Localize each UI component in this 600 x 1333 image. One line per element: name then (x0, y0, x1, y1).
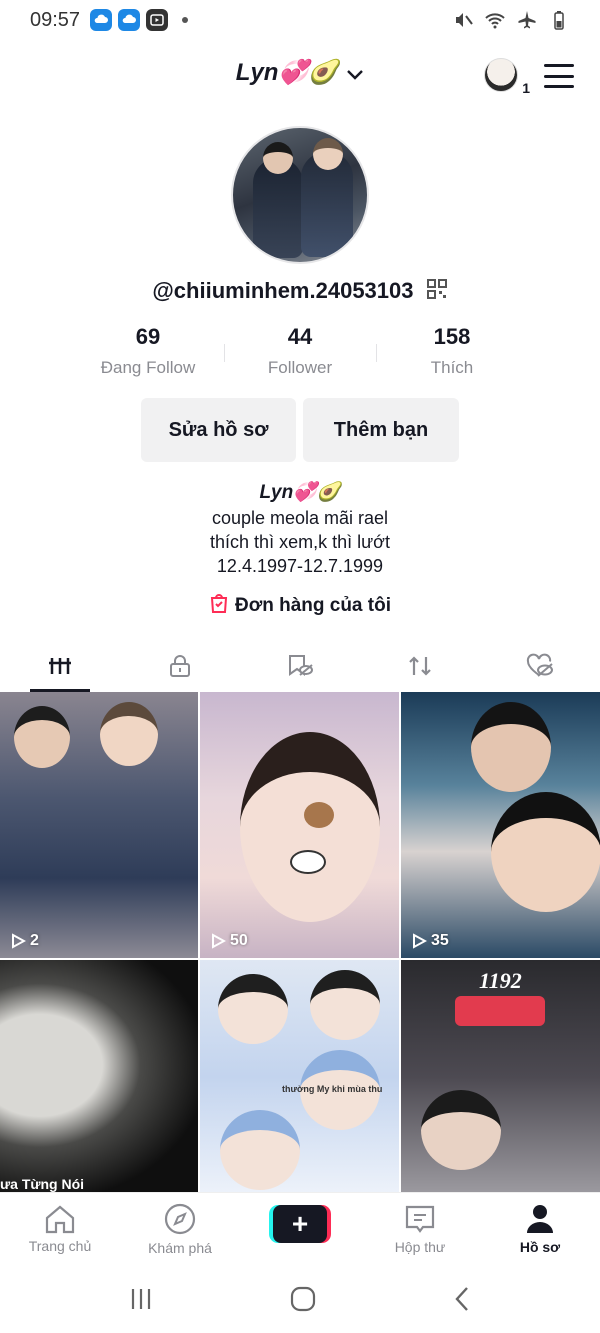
followers-label: Follower (267, 358, 333, 377)
notification-icons (90, 9, 189, 31)
video-caption: ưa Từng Nói (0, 1176, 85, 1192)
profile-bio: Lyn💞🥑 couple meola mãi rael thích thì xe… (0, 480, 600, 578)
tab-private[interactable] (120, 640, 240, 692)
nav-create[interactable]: + (240, 1193, 360, 1264)
video-thumbnail[interactable]: thường My khi mùa thu (200, 960, 399, 1192)
bio-name: Lyn💞🥑 (259, 482, 341, 503)
view-count-value: 50 (230, 932, 248, 949)
profile-actions: Sửa hồ sơ Thêm bạn (141, 398, 459, 462)
nav-home-label: Trang chủ (28, 1237, 92, 1254)
hamburger-menu-icon[interactable] (544, 64, 574, 88)
nav-profile-label: Hồ sơ (519, 1238, 561, 1255)
lock-icon (170, 655, 190, 677)
following-count: 69 (135, 324, 161, 349)
profile-top-bar: Lyn💞🥑 1 (0, 50, 600, 100)
account-username: Lyn💞🥑 (235, 59, 339, 86)
tab-liked[interactable] (480, 640, 600, 692)
compass-icon (164, 1203, 196, 1234)
nav-discover-label: Khám phá (148, 1239, 212, 1256)
play-icon (12, 933, 26, 949)
likes-count: 158 (433, 324, 471, 349)
cloud-app-icon (90, 9, 113, 31)
nav-home[interactable]: Trang chủ (0, 1193, 120, 1264)
system-status-icons (452, 9, 570, 31)
view-count-value: 35 (431, 932, 449, 949)
following-label: Đang Follow (100, 358, 196, 377)
profile-handle-row: @chiiuminhem.24053103 (0, 278, 600, 306)
hidden-heart-icon (526, 653, 553, 677)
inbox-icon (405, 1205, 435, 1233)
view-count: 50 (210, 932, 248, 950)
tab-reposts[interactable] (360, 640, 480, 692)
friends-button[interactable]: 1 (484, 58, 530, 98)
add-friends-button[interactable]: Thêm bạn (303, 398, 459, 462)
video-thumbnail[interactable]: 35 (401, 692, 600, 958)
chevron-down-icon (346, 60, 364, 88)
play-icon (413, 933, 427, 949)
profile-icon (527, 1204, 553, 1233)
video-thumbnail[interactable]: 50 (200, 692, 399, 958)
qr-code-icon[interactable] (426, 278, 448, 306)
profile-handle: @chiiuminhem.24053103 (152, 278, 414, 303)
create-video-button[interactable]: + (269, 1204, 331, 1243)
nav-inbox-label: Hộp thư (394, 1238, 446, 1255)
play-icon (212, 933, 226, 949)
view-count-value: 2 (30, 932, 39, 949)
bio-line: couple meola mãi rael (211, 508, 389, 528)
plus-icon: + (273, 1204, 327, 1243)
cloud-app-icon (118, 9, 141, 31)
mute-icon (456, 13, 473, 27)
video-thumbnail[interactable]: 2 (0, 692, 198, 958)
wifi-icon (485, 13, 505, 29)
nav-inbox[interactable]: Hộp thư (360, 1193, 480, 1264)
video-grid: 2 50 35 ưa Từng Nói thường My khi mùa th… (0, 692, 600, 1192)
nav-profile[interactable]: Hồ sơ (480, 1193, 600, 1264)
video-app-icon (146, 9, 169, 31)
edit-profile-button[interactable]: Sửa hồ sơ (141, 398, 296, 462)
tab-videos[interactable] (0, 640, 120, 692)
profile-stats: 69 Đang Follow 44 Follower 158 Thích (72, 322, 528, 382)
airplane-mode-icon (518, 11, 536, 29)
friend-avatar-icon (484, 58, 518, 92)
content-tabs (0, 640, 600, 692)
profile-avatar[interactable] (231, 126, 369, 264)
battery-icon (554, 11, 564, 30)
view-count: 35 (411, 932, 449, 950)
nav-discover[interactable]: Khám phá (120, 1193, 240, 1264)
back-icon[interactable] (452, 1285, 472, 1313)
more-notifications-dot (182, 17, 189, 23)
likes-label: Thích (430, 358, 474, 377)
video-caption: thường My khi mùa thu (282, 1084, 383, 1094)
tab-favorites[interactable] (240, 640, 360, 692)
bio-line: thích thì xem,k thì lướt (210, 532, 390, 552)
likes-stat[interactable]: 158 Thích (376, 322, 528, 382)
hidden-bookmark-icon (289, 655, 313, 676)
grid-icon (49, 658, 71, 674)
status-bar: 09:57 (0, 0, 600, 40)
status-time: 09:57 (30, 8, 81, 31)
video-caption: 1192 (479, 968, 522, 993)
recent-apps-icon[interactable] (128, 1287, 154, 1311)
view-count: 2 (10, 932, 39, 950)
video-thumbnail[interactable]: ưa Từng Nói (0, 960, 198, 1192)
video-thumbnail[interactable]: 1192 (401, 960, 600, 1192)
bio-line: 12.4.1997-12.7.1999 (216, 556, 384, 576)
following-stat[interactable]: 69 Đang Follow (72, 322, 224, 382)
followers-stat[interactable]: 44 Follower (224, 322, 376, 382)
system-navigation-bar (0, 1264, 600, 1333)
home-icon (45, 1205, 75, 1233)
followers-count: 44 (287, 324, 313, 349)
home-button-icon[interactable] (289, 1285, 317, 1313)
my-orders-label: Đơn hàng của tôi (234, 595, 391, 616)
repost-icon (409, 656, 431, 676)
friend-count: 1 (522, 80, 530, 96)
shopping-bag-icon (210, 594, 228, 613)
bottom-navigation: Trang chủ Khám phá + Hộp thư Hồ sơ (0, 1192, 600, 1264)
my-orders-link[interactable]: Đơn hàng của tôi (0, 592, 600, 617)
